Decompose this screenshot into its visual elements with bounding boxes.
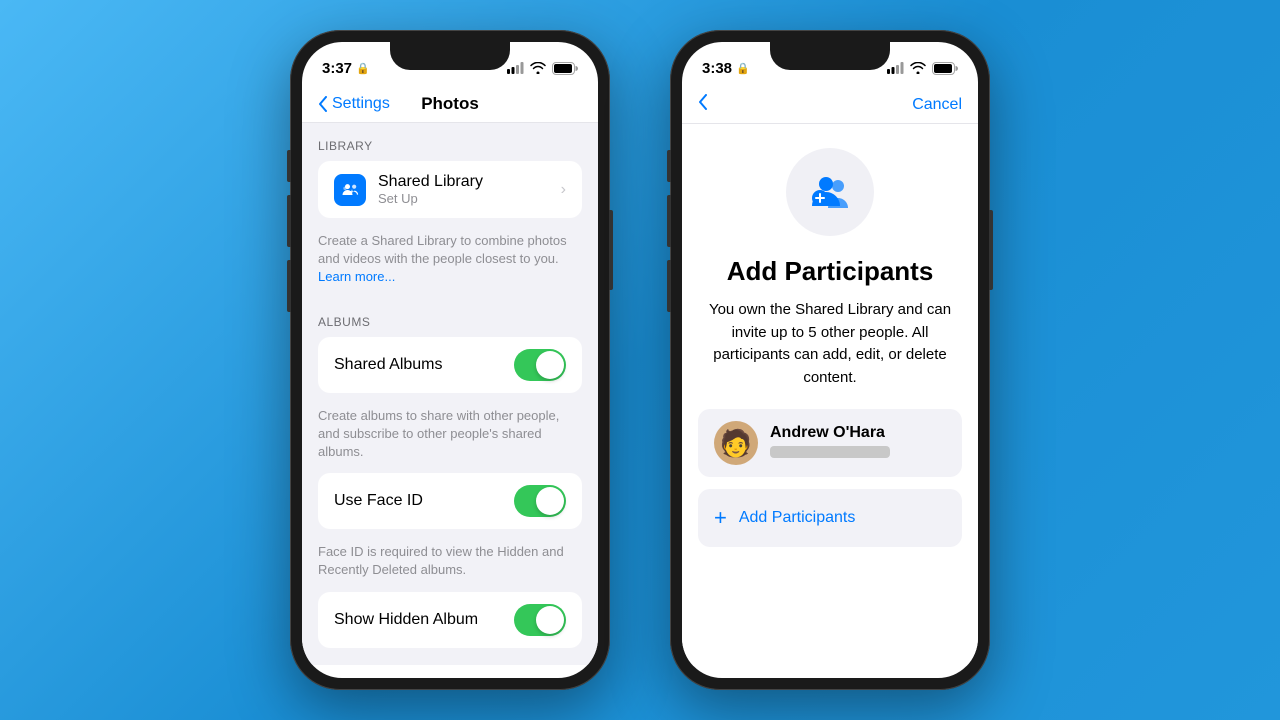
hidden-album-group: Show Hidden Album [318, 592, 582, 648]
add-participants-label: Add Participants [739, 509, 856, 527]
face-id-toggle-thumb [536, 487, 564, 515]
add-participants-icon [804, 166, 856, 218]
participant-info: Andrew O'Hara [770, 424, 946, 463]
shared-library-icon: + [334, 174, 366, 206]
face-id-description: Face ID is required to view the Hidden a… [302, 537, 598, 591]
participants-title: Add Participants [727, 256, 934, 287]
battery-icon [552, 62, 578, 75]
svg-text:+: + [350, 188, 354, 195]
participant-name: Andrew O'Hara [770, 424, 946, 442]
page-title: Photos [421, 94, 479, 114]
lock-icon: 🔒 [356, 62, 370, 75]
learn-more-link[interactable]: Learn more... [318, 269, 395, 284]
participants-description: You own the Shared Library and can invit… [698, 299, 962, 389]
right-battery-icon [932, 62, 958, 75]
hidden-album-toggle[interactable] [514, 604, 566, 636]
shared-library-row[interactable]: + Shared Library Set Up › [318, 161, 582, 218]
people-icon: + [340, 180, 360, 200]
hidden-album-toggle-thumb [536, 606, 564, 634]
participant-avatar: 🧑 [714, 421, 758, 465]
add-participants-content: Add Participants You own the Shared Libr… [682, 124, 978, 666]
shared-library-title: Shared Library [378, 173, 561, 191]
back-button[interactable]: Settings [318, 95, 390, 113]
settings-content: LIBRARY + Shared Library [302, 123, 598, 665]
hidden-album-text: Show Hidden Album [334, 611, 514, 629]
hidden-album-title: Show Hidden Album [334, 611, 514, 629]
back-label: Settings [332, 95, 390, 113]
hidden-album-row[interactable]: Show Hidden Album [318, 592, 582, 648]
signal-icon [507, 62, 524, 74]
add-participants-row[interactable]: + Add Participants [698, 489, 962, 547]
left-iphone: 3:37 🔒 [290, 30, 610, 690]
shared-library-text: Shared Library Set Up [378, 173, 561, 206]
status-icons [507, 62, 578, 75]
right-status-time: 3:38 🔒 [702, 60, 750, 77]
chevron-icon: › [561, 181, 566, 199]
right-status-icons [887, 62, 958, 75]
right-signal-icon [887, 62, 904, 74]
albums-group: Shared Albums [318, 337, 582, 393]
right-iphone: 3:38 🔒 [670, 30, 990, 690]
cancel-button[interactable]: Cancel [912, 96, 962, 114]
face-id-toggle[interactable] [514, 485, 566, 517]
right-wifi-icon [910, 62, 926, 74]
shared-albums-title: Shared Albums [334, 356, 514, 374]
add-icon: + [714, 505, 727, 531]
shared-library-subtitle: Set Up [378, 191, 561, 206]
participant-card: 🧑 Andrew O'Hara [698, 409, 962, 477]
status-time: 3:37 🔒 [322, 60, 370, 77]
right-nav-bar: Cancel [682, 86, 978, 124]
albums-section-header: ALBUMS [302, 299, 598, 337]
face-id-group: Use Face ID [318, 473, 582, 529]
participants-body: Add Participants You own the Shared Libr… [682, 124, 978, 666]
shared-albums-toggle[interactable] [514, 349, 566, 381]
nav-bar: Settings Photos [302, 86, 598, 123]
toggle-thumb [536, 351, 564, 379]
notch [390, 42, 510, 70]
right-back-button[interactable] [698, 94, 708, 115]
face-id-row[interactable]: Use Face ID [318, 473, 582, 529]
face-id-text: Use Face ID [334, 492, 514, 510]
albums-description: Create albums to share with other people… [302, 401, 598, 474]
shared-albums-text: Shared Albums [334, 356, 514, 374]
participants-icon-circle [786, 148, 874, 236]
face-id-title: Use Face ID [334, 492, 514, 510]
library-group: + Shared Library Set Up › [318, 161, 582, 218]
right-lock-icon: 🔒 [736, 62, 750, 75]
library-description: Create a Shared Library to combine photo… [302, 226, 598, 299]
participant-email [770, 446, 890, 458]
right-notch [770, 42, 890, 70]
wifi-icon [530, 62, 546, 74]
shared-albums-row[interactable]: Shared Albums [318, 337, 582, 393]
library-section-header: LIBRARY [302, 123, 598, 161]
